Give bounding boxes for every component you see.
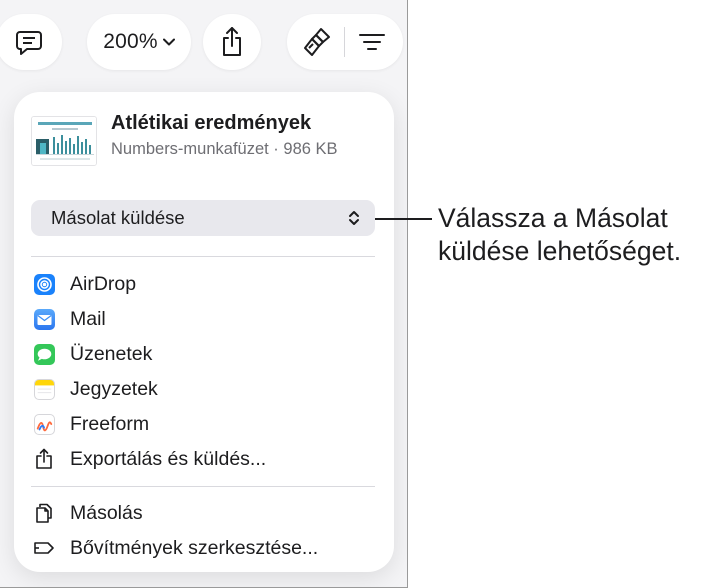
document-thumbnail: [31, 116, 97, 166]
separator: [31, 256, 375, 257]
toolbar-divider: [344, 27, 345, 57]
share-messages[interactable]: Üzenetek: [31, 338, 375, 370]
share-icon: [220, 26, 244, 58]
menu-item-label: Exportálás és küldés...: [70, 447, 267, 470]
document-meta: Numbers-munkafüzet · 986 KB: [111, 140, 338, 158]
menu-item-label: Bővítmények szerkesztése...: [70, 536, 319, 559]
edit-extensions-action[interactable]: Bővítmények szerkesztése...: [31, 532, 375, 564]
notes-icon: [33, 378, 55, 400]
share-notes[interactable]: Jegyzetek: [31, 373, 375, 405]
organize-button[interactable]: [358, 31, 386, 58]
export-icon: [33, 448, 55, 470]
chevron-down-icon: [162, 38, 175, 46]
menu-item-label: Másolás: [70, 501, 143, 524]
menu-item-label: Freeform: [70, 412, 150, 435]
menu-item-label: AirDrop: [70, 272, 137, 295]
document-title: Atlétikai eredmények: [111, 112, 312, 134]
freeform-icon: [33, 413, 55, 435]
extensions-icon: [33, 537, 55, 559]
menu-item-label: Üzenetek: [70, 342, 153, 365]
callout-line: [375, 218, 432, 220]
app-window: 200% Atlétikai eredmények Numbers-munkaf…: [0, 0, 408, 588]
format-brush-icon: [300, 28, 332, 62]
menu-item-label: Jegyzetek: [70, 377, 158, 400]
separator: [31, 486, 375, 487]
export-and-send[interactable]: Exportálás és küldés...: [31, 443, 375, 475]
callout-text: Válassza a Másolat küldése lehetőséget.: [438, 203, 682, 266]
share-mail[interactable]: Mail: [31, 303, 375, 335]
zoom-menu-button[interactable]: 200%: [87, 14, 191, 70]
share-airdrop[interactable]: AirDrop: [31, 268, 375, 300]
share-button[interactable]: [203, 14, 261, 70]
send-option-popup[interactable]: Másolat küldése: [31, 200, 375, 236]
format-brush-button[interactable]: [300, 26, 332, 63]
airdrop-icon: [33, 273, 55, 295]
share-freeform[interactable]: Freeform: [31, 408, 375, 440]
share-popover: Atlétikai eredmények Numbers-munkafüzet …: [14, 92, 394, 572]
messages-icon: [33, 343, 55, 365]
mail-icon: [33, 308, 55, 330]
send-option-value: Másolat küldése: [51, 207, 185, 228]
copy-action[interactable]: Másolás: [31, 497, 375, 529]
menu-item-label: Mail: [70, 307, 106, 330]
zoom-value: 200%: [103, 30, 158, 53]
up-down-chevron-icon: [348, 209, 360, 232]
copy-icon: [33, 502, 55, 524]
organize-icon: [358, 34, 386, 57]
comment-icon: [15, 29, 43, 55]
comment-button[interactable]: [0, 14, 62, 70]
